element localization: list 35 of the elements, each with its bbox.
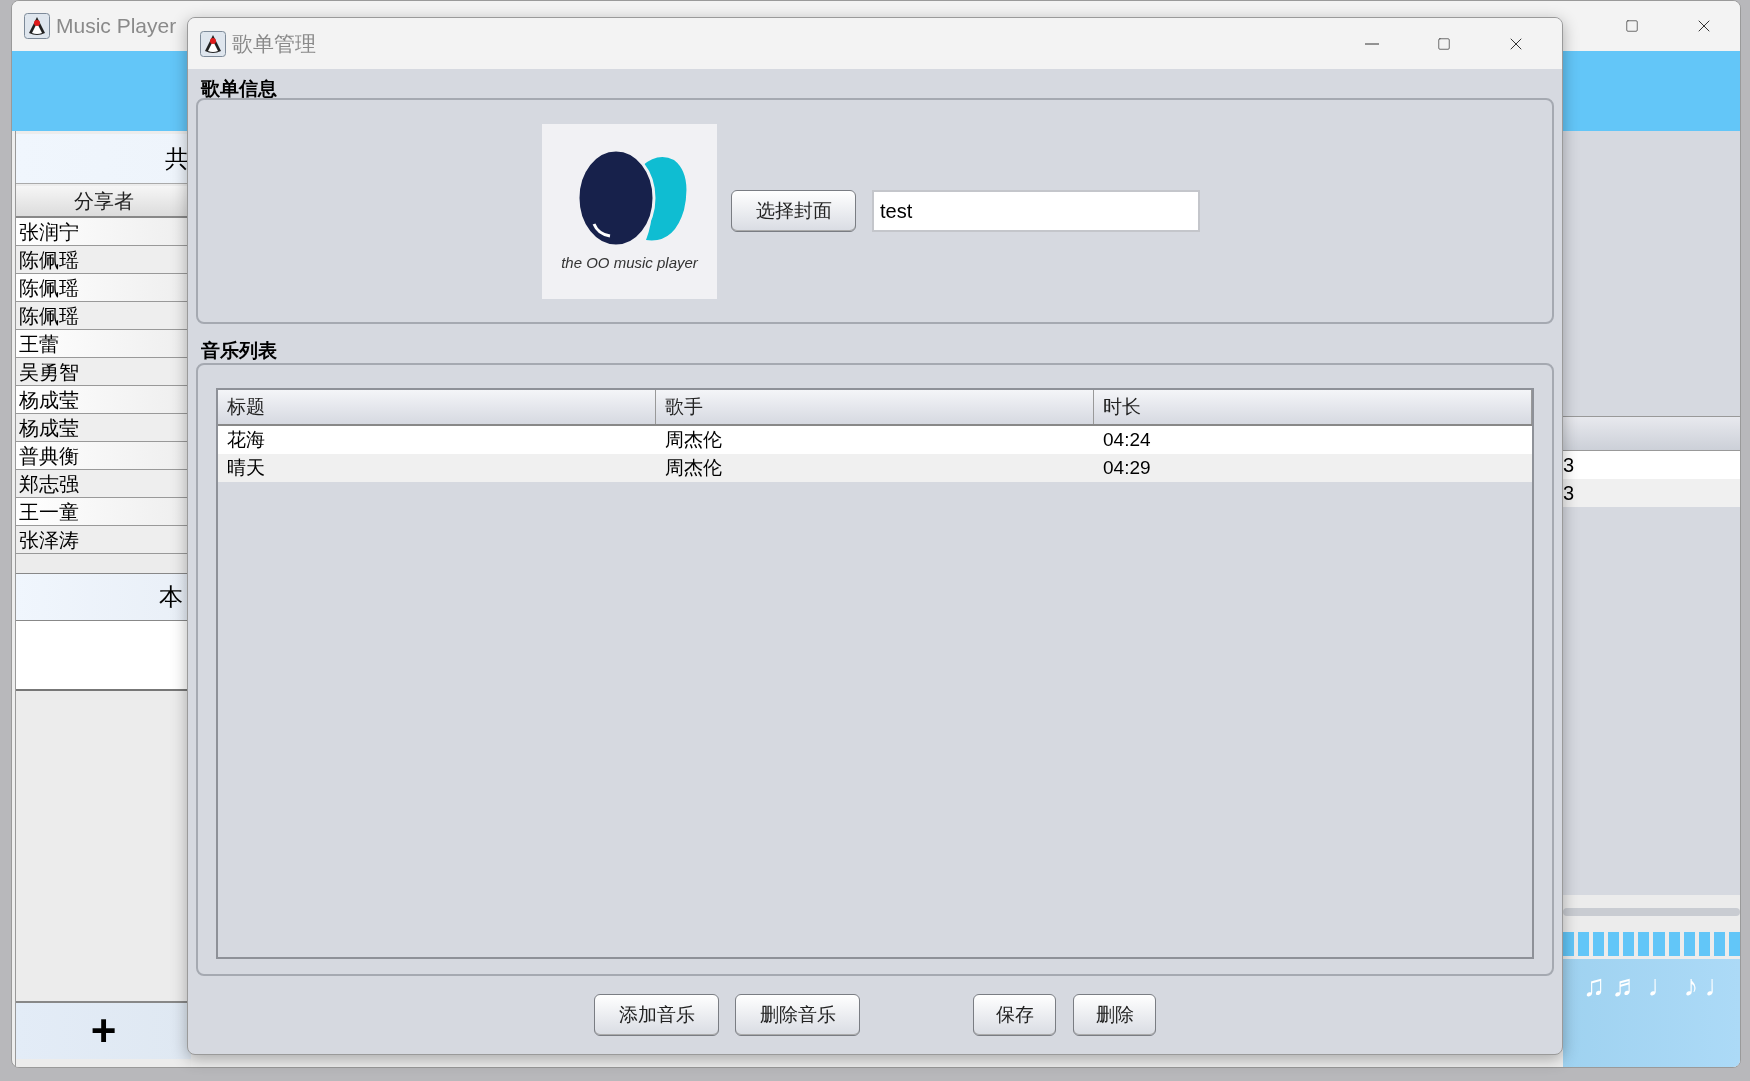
push-button[interactable]: 删除音乐 <box>735 994 860 1036</box>
window-title: 歌单管理 <box>232 30 316 57</box>
table-cell: 3 <box>1563 451 1740 479</box>
add-button[interactable]: + <box>16 1001 191 1059</box>
maximize-icon <box>1437 36 1451 51</box>
section-label: 音乐列表 <box>201 341 277 360</box>
app-icon <box>24 13 50 39</box>
push-button[interactable]: 选择封面 <box>731 190 856 232</box>
music-note: ♩ <box>1704 971 1735 1001</box>
table-cell-text: 周杰伦 <box>664 456 723 480</box>
table-cell: 3 <box>1563 479 1740 507</box>
music-note: ♬ <box>1611 971 1642 1001</box>
music-note: ♫ <box>1583 971 1606 1001</box>
column-header: 歌手 <box>656 390 1094 424</box>
music-note: ♪ <box>1683 971 1699 1001</box>
column-header: 标题 <box>218 390 656 424</box>
panel-title: 本 <box>159 583 183 612</box>
minimize-icon <box>1365 42 1379 45</box>
app-icon <box>200 30 226 57</box>
column-header: 时长 <box>1094 390 1532 424</box>
push-button[interactable]: 添加音乐 <box>594 994 719 1036</box>
name-field[interactable]: test <box>872 190 1200 232</box>
cover-caption: the OO music player <box>561 252 698 273</box>
table-cell-text: 晴天 <box>226 456 266 480</box>
table-cell-text: 04:29 <box>1102 456 1152 480</box>
maximize-icon <box>1625 19 1639 33</box>
panel-title: 共 <box>165 144 189 174</box>
table-cell-text: 周杰伦 <box>664 428 723 452</box>
table-cell-text: 04:24 <box>1102 428 1152 452</box>
music-note: ♩ <box>1647 971 1678 1001</box>
section-label: 歌单信息 <box>201 79 277 98</box>
push-button[interactable]: 删除 <box>1073 994 1156 1036</box>
push-button[interactable]: 保存 <box>973 994 1056 1036</box>
window-title: Music Player <box>56 13 177 40</box>
table-cell-text: 花海 <box>226 428 266 452</box>
